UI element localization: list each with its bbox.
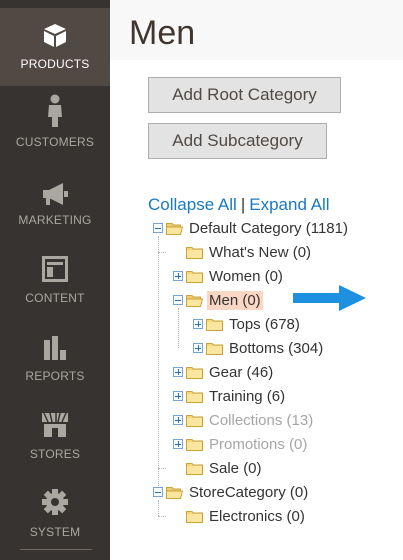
storefront-icon <box>42 412 68 437</box>
person-icon <box>48 94 62 127</box>
tree-actions: Collapse All | Expand All <box>148 195 330 215</box>
nav-content[interactable]: CONTENT <box>0 242 110 320</box>
tree-node-label[interactable]: Collections (13) <box>207 411 315 430</box>
expand-toggle-icon[interactable] <box>193 343 203 353</box>
page-header: Men <box>110 0 403 60</box>
collapse-toggle-icon[interactable] <box>153 487 163 497</box>
layout-icon <box>42 256 68 282</box>
admin-sidebar: PRODUCTS CUSTOMERS MARKETING CONTENT REP… <box>0 0 110 560</box>
tree-node-tops[interactable]: Tops (678) <box>193 313 302 335</box>
tree-node-storecategory[interactable]: StoreCategory (0) <box>153 481 310 503</box>
nav-label-products: PRODUCTS <box>20 57 90 71</box>
nav-label-system: SYSTEM <box>29 525 81 539</box>
nav-label-reports: REPORTS <box>25 369 85 383</box>
tree-guide-line <box>158 252 166 253</box>
nav-label-content: CONTENT <box>25 291 85 305</box>
tree-node-label[interactable]: Electronics (0) <box>207 507 307 526</box>
tree-node-promotions[interactable]: Promotions (0) <box>173 433 309 455</box>
tree-node-label[interactable]: Gear (46) <box>207 363 275 382</box>
folder-open-icon <box>186 293 203 307</box>
tree-node-whats-new[interactable]: What's New (0) <box>186 241 313 263</box>
tree-node-default-category[interactable]: Default Category (1181) <box>153 217 350 239</box>
folder-icon <box>186 413 203 427</box>
folder-icon <box>186 365 203 379</box>
expand-toggle-icon[interactable] <box>173 271 183 281</box>
collapse-all-link[interactable]: Collapse All <box>148 195 237 214</box>
tree-guide-line <box>178 308 179 348</box>
folder-icon <box>186 245 203 259</box>
tree-actions-separator: | <box>240 195 246 214</box>
tree-guide-line <box>158 236 159 492</box>
folder-icon <box>186 509 203 523</box>
tree-node-label[interactable]: Training (6) <box>207 387 287 406</box>
folder-icon <box>186 461 203 475</box>
tree-node-label[interactable]: What's New (0) <box>207 243 313 262</box>
nav-customers[interactable]: CUSTOMERS <box>0 86 110 164</box>
folder-open-icon <box>166 485 183 499</box>
folder-open-icon <box>166 221 183 235</box>
tree-node-label[interactable]: Default Category (1181) <box>187 219 350 238</box>
expand-toggle-icon[interactable] <box>173 415 183 425</box>
tree-node-sale[interactable]: Sale (0) <box>186 457 264 479</box>
folder-icon <box>186 437 203 451</box>
tree-node-label[interactable]: Sale (0) <box>207 459 264 478</box>
nav-label-marketing: MARKETING <box>18 213 92 227</box>
collapse-toggle-icon[interactable] <box>173 295 183 305</box>
tree-node-training[interactable]: Training (6) <box>173 385 287 407</box>
expand-toggle-icon[interactable] <box>173 367 183 377</box>
nav-system[interactable]: SYSTEM <box>0 476 110 554</box>
expand-all-link[interactable]: Expand All <box>249 195 329 214</box>
nav-reports[interactable]: REPORTS <box>0 320 110 398</box>
tree-guide-line <box>158 516 166 517</box>
add-root-category-button[interactable]: Add Root Category <box>148 77 341 113</box>
tree-node-label[interactable]: Women (0) <box>207 267 285 286</box>
main-content: Men Add Root Category Add Subcategory Co… <box>110 0 403 560</box>
tree-node-label[interactable]: Promotions (0) <box>207 435 309 454</box>
page-title: Men <box>129 13 196 52</box>
folder-icon <box>186 389 203 403</box>
nav-label-stores: STORES <box>29 447 81 461</box>
sidebar-divider <box>20 549 92 550</box>
nav-label-customers: CUSTOMERS <box>15 135 95 149</box>
folder-icon <box>206 317 223 331</box>
nav-marketing[interactable]: MARKETING <box>0 164 110 242</box>
tree-node-label[interactable]: StoreCategory (0) <box>187 483 310 502</box>
tree-node-label[interactable]: Bottoms (304) <box>227 339 325 358</box>
tree-node-label[interactable]: Tops (678) <box>227 315 302 334</box>
expand-toggle-icon[interactable] <box>193 319 203 329</box>
box-icon <box>44 24 66 47</box>
megaphone-icon <box>43 183 68 205</box>
collapse-toggle-icon[interactable] <box>153 223 163 233</box>
tree-guide-line <box>158 468 166 469</box>
tree-node-bottoms[interactable]: Bottoms (304) <box>193 337 325 359</box>
nav-stores[interactable]: STORES <box>0 398 110 476</box>
tree-node-gear[interactable]: Gear (46) <box>173 361 275 383</box>
add-subcategory-button[interactable]: Add Subcategory <box>148 123 327 159</box>
tree-node-men[interactable]: Men (0) <box>173 289 263 311</box>
gear-icon <box>42 489 68 515</box>
bar-chart-icon <box>44 336 66 360</box>
tree-node-women[interactable]: Women (0) <box>173 265 285 287</box>
tree-node-label[interactable]: Men (0) <box>207 290 263 310</box>
arrow-icon <box>293 285 366 311</box>
tree-node-electronics[interactable]: Electronics (0) <box>186 505 307 527</box>
expand-toggle-icon[interactable] <box>173 391 183 401</box>
tree-node-collections[interactable]: Collections (13) <box>173 409 315 431</box>
nav-products[interactable]: PRODUCTS <box>0 8 110 86</box>
folder-icon <box>206 341 223 355</box>
folder-icon <box>186 269 203 283</box>
expand-toggle-icon[interactable] <box>173 439 183 449</box>
